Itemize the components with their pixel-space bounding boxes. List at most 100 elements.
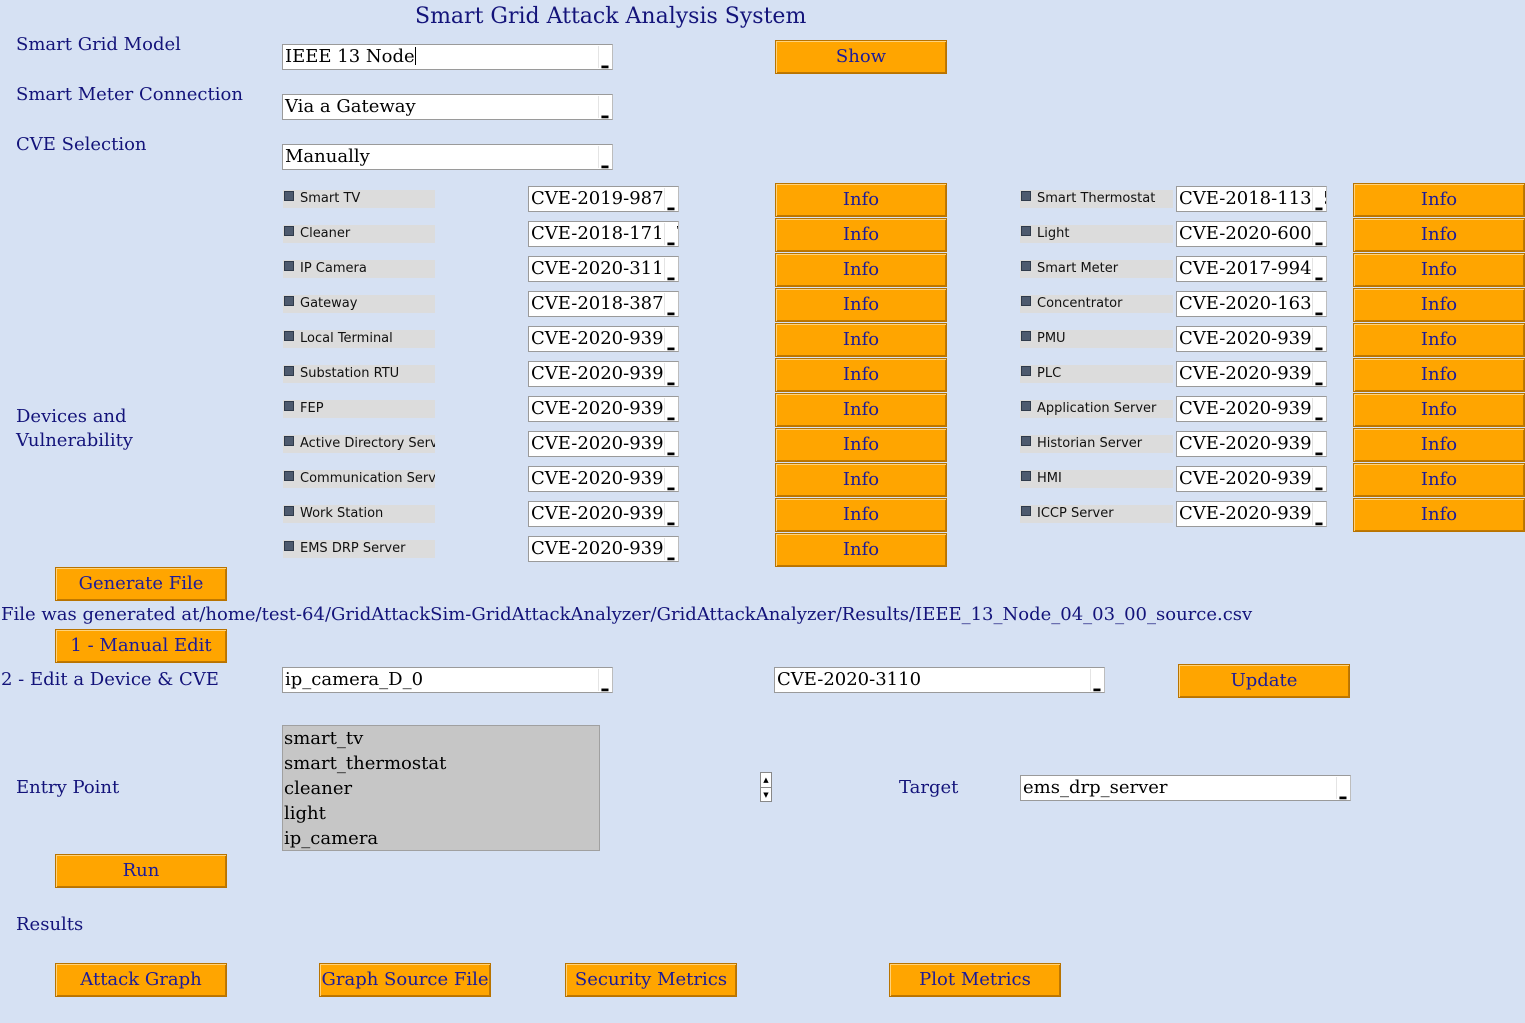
target-select[interactable]: ems_drp_server ▂ <box>1020 775 1351 801</box>
device-cve-select-active-directory-server[interactable]: CVE-2020-9391 ▂ <box>528 431 679 457</box>
info-button-ems-drp-server[interactable]: Info <box>775 533 947 567</box>
info-button-iccp-server[interactable]: Info <box>1353 498 1525 532</box>
device-checkbox-pmu[interactable]: PMU <box>1020 330 1173 348</box>
device-checkbox-concentrator[interactable]: Concentrator <box>1020 295 1173 313</box>
cve-selection-value: Manually <box>285 146 370 167</box>
device-checkbox-plc[interactable]: PLC <box>1020 365 1173 383</box>
device-checkbox-communication-server[interactable]: Communication Server <box>283 470 435 488</box>
info-button-local-terminal[interactable]: Info <box>775 323 947 357</box>
device-checkbox-smart-thermostat[interactable]: Smart Thermostat <box>1020 190 1173 208</box>
device-checkbox-application-server[interactable]: Application Server <box>1020 400 1173 418</box>
info-button-smart-tv[interactable]: Info <box>775 183 947 217</box>
smart-meter-connection-select[interactable]: Via a Gateway ▂ <box>282 94 613 120</box>
device-cve-select-pmu[interactable]: CVE-2020-9391 ▂ <box>1176 326 1327 352</box>
info-button-smart-thermostat[interactable]: Info <box>1353 183 1525 217</box>
chevron-down-icon: ▂ <box>664 468 677 491</box>
info-button-application-server[interactable]: Info <box>1353 393 1525 427</box>
device-cve-select-ip-camera[interactable]: CVE-2020-3110 ▂ <box>528 256 679 282</box>
device-cve-select-light[interactable]: CVE-2020-6007 ▂ <box>1176 221 1327 247</box>
list-item[interactable]: ip_camera <box>283 826 599 851</box>
device-checkbox-ems-drp-server[interactable]: EMS DRP Server <box>283 540 435 558</box>
security-metrics-button[interactable]: Security Metrics <box>565 963 737 997</box>
device-cve-select-application-server[interactable]: CVE-2020-9391 ▂ <box>1176 396 1327 422</box>
info-button-hmi[interactable]: Info <box>1353 463 1525 497</box>
graph-source-file-button[interactable]: Graph Source File <box>319 963 491 997</box>
info-button-active-directory-server[interactable]: Info <box>775 428 947 462</box>
generate-file-button[interactable]: Generate File <box>55 567 227 601</box>
device-name: Smart TV <box>300 191 361 206</box>
info-button-work-station[interactable]: Info <box>775 498 947 532</box>
device-checkbox-light[interactable]: Light <box>1020 225 1173 243</box>
cve-selection-select[interactable]: Manually ▂ <box>282 144 613 170</box>
info-button-historian-server[interactable]: Info <box>1353 428 1525 462</box>
device-checkbox-work-station[interactable]: Work Station <box>283 505 435 523</box>
scroll-up-icon[interactable]: ▲ <box>761 773 771 788</box>
target-value: ems_drp_server <box>1023 777 1168 798</box>
device-cve-select-fep[interactable]: CVE-2020-9391 ▂ <box>528 396 679 422</box>
device-cve-value: CVE-2020-6007 <box>1179 223 1324 244</box>
info-button-gateway[interactable]: Info <box>775 288 947 322</box>
device-cve-value: CVE-2020-9391 <box>531 503 676 524</box>
device-cve-select-ems-drp-server[interactable]: CVE-2020-9391 ▂ <box>528 536 679 562</box>
device-cve-select-concentrator[interactable]: CVE-2020-1638 ▂ <box>1176 291 1327 317</box>
scroll-down-icon[interactable]: ▼ <box>761 788 771 802</box>
update-button[interactable]: Update <box>1178 664 1350 698</box>
device-cve-value: CVE-2020-9391 <box>531 468 676 489</box>
list-item[interactable]: smart_thermostat <box>283 751 599 776</box>
device-checkbox-smart-meter[interactable]: Smart Meter <box>1020 260 1173 278</box>
device-checkbox-ip-camera[interactable]: IP Camera <box>283 260 435 278</box>
entry-point-scrollbar[interactable]: ▲ ▼ <box>760 772 772 802</box>
info-button-plc[interactable]: Info <box>1353 358 1525 392</box>
list-item[interactable]: light <box>283 801 599 826</box>
device-checkbox-iccp-server[interactable]: ICCP Server <box>1020 505 1173 523</box>
chevron-down-icon: ▂ <box>1312 293 1325 316</box>
device-name: Smart Meter <box>1037 261 1119 276</box>
edit-cve-select[interactable]: CVE-2020-3110 ▂ <box>774 667 1105 693</box>
edit-device-select[interactable]: ip_camera_D_0 ▂ <box>282 667 613 693</box>
list-item[interactable]: cleaner <box>283 776 599 801</box>
entry-point-listbox[interactable]: smart_tv smart_thermostat cleaner light … <box>282 725 600 851</box>
device-checkbox-fep[interactable]: FEP <box>283 400 435 418</box>
device-cve-select-local-terminal[interactable]: CVE-2020-9391 ▂ <box>528 326 679 352</box>
device-cve-select-hmi[interactable]: CVE-2020-9391 ▂ <box>1176 466 1327 492</box>
device-checkbox-active-directory-server[interactable]: Active Directory Server <box>283 435 435 453</box>
info-button-smart-meter[interactable]: Info <box>1353 253 1525 287</box>
device-cve-select-smart-tv[interactable]: CVE-2019-9871 ▂ <box>528 186 679 212</box>
device-name: Historian Server <box>1037 436 1143 451</box>
checkbox-indicator-icon <box>284 191 294 201</box>
device-cve-select-smart-meter[interactable]: CVE-2017-9944 ▂ <box>1176 256 1327 282</box>
info-button-ip-camera[interactable]: Info <box>775 253 947 287</box>
plot-metrics-button[interactable]: Plot Metrics <box>889 963 1061 997</box>
info-button-concentrator[interactable]: Info <box>1353 288 1525 322</box>
device-checkbox-substation-rtu[interactable]: Substation RTU <box>283 365 435 383</box>
show-button[interactable]: Show <box>775 40 947 74</box>
device-cve-select-historian-server[interactable]: CVE-2020-9391 ▂ <box>1176 431 1327 457</box>
device-cve-select-smart-thermostat[interactable]: CVE-2018-11315 ▂ <box>1176 186 1327 212</box>
info-button-pmu[interactable]: Info <box>1353 323 1525 357</box>
device-checkbox-hmi[interactable]: HMI <box>1020 470 1173 488</box>
edit-device-cve-label: 2 - Edit a Device & CVE <box>1 669 219 690</box>
device-checkbox-gateway[interactable]: Gateway <box>283 295 435 313</box>
device-cve-select-substation-rtu[interactable]: CVE-2020-9391 ▂ <box>528 361 679 387</box>
device-cve-select-iccp-server[interactable]: CVE-2020-9391 ▂ <box>1176 501 1327 527</box>
device-cve-select-communication-server[interactable]: CVE-2020-9391 ▂ <box>528 466 679 492</box>
device-checkbox-historian-server[interactable]: Historian Server <box>1020 435 1173 453</box>
smart-grid-model-select[interactable]: IEEE 13 Node ▂ <box>282 44 613 70</box>
info-button-substation-rtu[interactable]: Info <box>775 358 947 392</box>
list-item[interactable]: smart_tv <box>283 726 599 751</box>
device-cve-select-plc[interactable]: CVE-2020-9391 ▂ <box>1176 361 1327 387</box>
info-button-light[interactable]: Info <box>1353 218 1525 252</box>
device-name: Cleaner <box>300 226 351 241</box>
device-cve-select-gateway[interactable]: CVE-2018-3879 ▂ <box>528 291 679 317</box>
info-button-cleaner[interactable]: Info <box>775 218 947 252</box>
run-button[interactable]: Run <box>55 854 227 888</box>
device-cve-select-cleaner[interactable]: CVE-2018-17177 ▂ <box>528 221 679 247</box>
info-button-communication-server[interactable]: Info <box>775 463 947 497</box>
attack-graph-button[interactable]: Attack Graph <box>55 963 227 997</box>
device-checkbox-smart-tv[interactable]: Smart TV <box>283 190 435 208</box>
device-checkbox-cleaner[interactable]: Cleaner <box>283 225 435 243</box>
device-checkbox-local-terminal[interactable]: Local Terminal <box>283 330 435 348</box>
info-button-fep[interactable]: Info <box>775 393 947 427</box>
manual-edit-button[interactable]: 1 - Manual Edit <box>55 629 227 663</box>
device-cve-select-work-station[interactable]: CVE-2020-9391 ▂ <box>528 501 679 527</box>
